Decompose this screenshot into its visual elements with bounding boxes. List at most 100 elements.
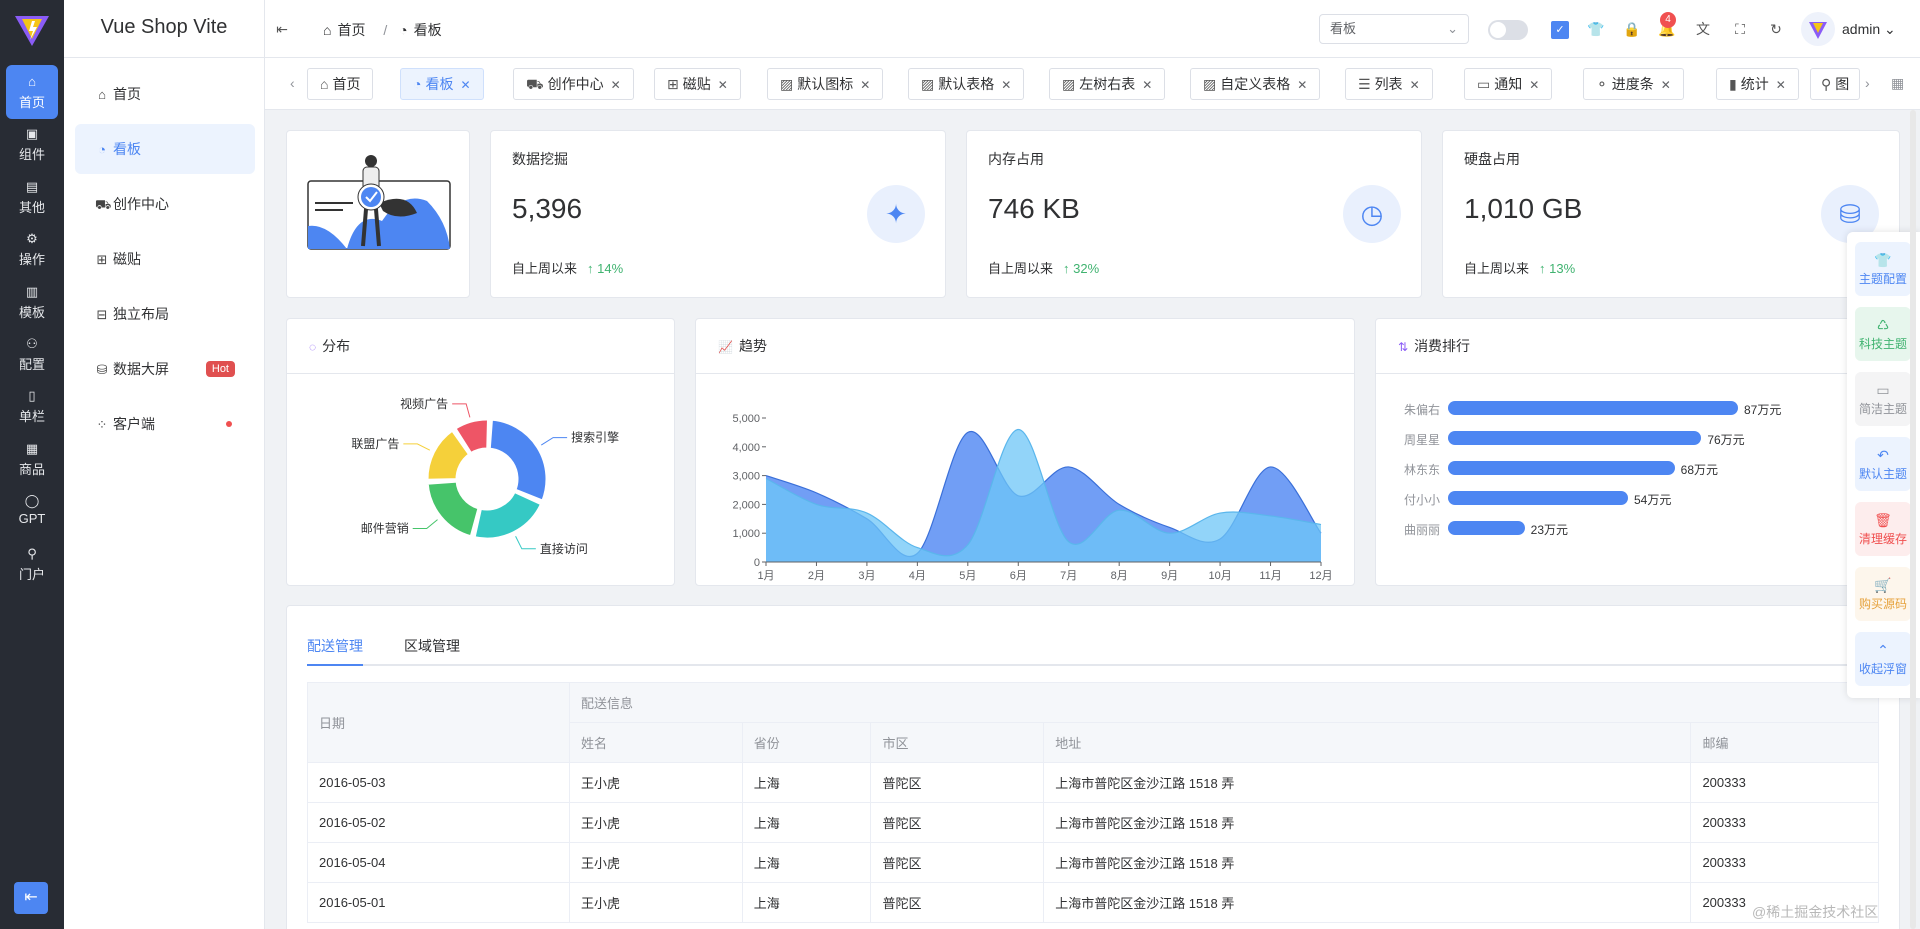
app-brand: Vue Shop Vite <box>64 0 264 58</box>
tab-region[interactable]: 区域管理 <box>404 636 460 656</box>
rail-item-3[interactable]: ⚙ 操作 <box>6 222 58 276</box>
tab-delivery[interactable]: 配送管理 <box>307 636 363 656</box>
float-item-3[interactable]: ↶ 默认主题 <box>1855 437 1911 491</box>
tab-11[interactable]: ▮ 统计 ✕ <box>1716 68 1799 100</box>
rail-item-0[interactable]: ⌂ 首页 <box>6 65 58 119</box>
rank-name: 林东东 <box>1404 463 1441 477</box>
rank-value: 87万元 <box>1744 403 1782 417</box>
pie-slice[interactable] <box>425 479 481 539</box>
menu-search-select[interactable]: 看板 ⌄ <box>1319 14 1469 44</box>
tabs-prev-icon[interactable]: ‹ <box>290 75 295 91</box>
table-cell: 上海 <box>741 882 872 923</box>
sidebar-item-label: 独立布局 <box>113 306 169 322</box>
tab-8[interactable]: ☰ 列表 ✕ <box>1345 68 1433 100</box>
pie-label: 搜索引擎 <box>571 430 619 445</box>
table-row[interactable]: 2016-05-03 王小虎 上海 普陀区 上海市普陀区金沙江路 1518 弄 20033… <box>307 762 1879 803</box>
float-item-5[interactable]: 🛒 购买源码 <box>1855 567 1911 621</box>
image-icon: ▨ <box>1062 76 1076 92</box>
sidebar-item-1[interactable]: ◔ 看板 <box>75 124 255 174</box>
shirt-icon: 👕 <box>1874 252 1892 268</box>
float-item-2[interactable]: ▭ 简洁主题 <box>1855 372 1911 426</box>
collapse-sidebar-icon[interactable]: ⇤ <box>14 882 48 914</box>
close-icon[interactable]: ✕ <box>1661 78 1671 92</box>
rail-item-1[interactable]: ▣ 组件 <box>6 117 58 171</box>
rail-item-label: 模板 <box>18 304 45 320</box>
sidebar-item-3[interactable]: ⊞ 磁贴 <box>75 234 255 284</box>
float-item-6[interactable]: ⌃ 收起浮窗 <box>1855 632 1911 686</box>
tab-5[interactable]: ▨ 默认表格 ✕ <box>908 68 1025 100</box>
close-icon[interactable]: ✕ <box>1001 78 1011 92</box>
series-area[interactable] <box>766 429 1321 562</box>
rail-item-7[interactable]: ▦ 商品 <box>6 432 58 486</box>
tab-overflow[interactable]: ⚲ 图 <box>1810 68 1861 100</box>
tab-1[interactable]: ◔ 看板 ✕ <box>400 68 484 100</box>
check-icon[interactable]: ✓ <box>1551 21 1569 39</box>
float-item-0[interactable]: 👕 主题配置 <box>1855 242 1911 296</box>
breadcrumb-separator: / <box>383 22 388 38</box>
rank-name: 曲丽丽 <box>1404 523 1441 537</box>
distribution-pie-chart: 搜索引擎直接访问 邮件营销 联盟广告 视频广告 <box>351 396 619 556</box>
avatar[interactable] <box>1801 12 1835 46</box>
lock-icon[interactable]: 🔒 <box>1623 20 1641 38</box>
float-item-1[interactable]: ♺ 科技主题 <box>1855 307 1911 361</box>
user-name[interactable]: admin ⌄ <box>1842 21 1896 38</box>
gauge-icon: ◷ <box>1343 185 1401 243</box>
pie-slice[interactable] <box>472 489 544 541</box>
translate-icon[interactable]: 文 <box>1694 20 1712 38</box>
close-icon[interactable]: ✕ <box>1410 78 1420 92</box>
rail-item-2[interactable]: ▤ 其他 <box>6 170 58 224</box>
header: ⇤ ⌂ 首页 / ◔ 看板 看板 ⌄ ✓ 👕 🔒 🔔 4 文 ⛶ ↻ admin ⌄ <box>265 0 1920 58</box>
fullscreen-icon[interactable]: ⛶ <box>1731 20 1749 38</box>
table-cell: 2016-05-04 <box>307 842 570 883</box>
float-item-label: 默认主题 <box>1858 467 1907 481</box>
column-header: 市区 <box>870 722 1045 763</box>
tab-0[interactable]: ⌂ 首页 <box>307 68 374 100</box>
tabs-next-icon[interactable]: › <box>1865 75 1870 91</box>
pie-label: 邮件营销 <box>361 521 409 535</box>
breadcrumb-item[interactable]: 看板 <box>414 22 442 38</box>
theme-toggle[interactable] <box>1488 20 1528 40</box>
sidebar-item-5[interactable]: ⛁ 数据大屏 Hot <box>75 344 255 394</box>
collapse-menu-icon[interactable]: ⇤ <box>273 20 291 38</box>
table-row[interactable]: 2016-05-04 王小虎 上海 普陀区 上海市普陀区金沙江路 1518 弄 20033… <box>307 842 1879 883</box>
sidebar-item-6[interactable]: ⁘ 客户端 <box>75 399 255 449</box>
tab-4[interactable]: ▨ 默认图标 ✕ <box>767 68 884 100</box>
breadcrumb-item[interactable]: 首页 <box>337 22 365 38</box>
sidebar-item-label: 首页 <box>113 86 141 102</box>
rail-item-8[interactable]: ◯ GPT <box>6 484 58 538</box>
tab-7[interactable]: ▨ 自定义表格 ✕ <box>1190 68 1321 100</box>
vite-logo-icon[interactable] <box>14 13 50 47</box>
sparkle-icon: ✦ <box>867 185 925 243</box>
tab-9[interactable]: ▭ 通知 ✕ <box>1464 68 1553 100</box>
rail-item-6[interactable]: ▯ 单栏 <box>6 379 58 433</box>
sidebar-item-4[interactable]: ⊟ 独立布局 <box>75 289 255 339</box>
sidebar-item-0[interactable]: ⌂ 首页 <box>75 69 255 119</box>
stat-title: 硬盘占用 <box>1464 151 1520 167</box>
close-icon[interactable]: ✕ <box>1776 78 1786 92</box>
table-cell: 普陀区 <box>870 882 1045 923</box>
tabs-menu-grid-icon[interactable]: ▦ <box>1891 75 1904 92</box>
pie-slice[interactable] <box>487 417 549 503</box>
rail-item-5[interactable]: ⚇ 配置 <box>6 327 58 381</box>
float-item-4[interactable]: 🗑 清理缓存 <box>1855 502 1911 556</box>
tab-3[interactable]: ⊞ 磁贴 ✕ <box>654 68 741 100</box>
rail-item-4[interactable]: ▥ 模板 <box>6 275 58 329</box>
refresh-icon[interactable]: ↻ <box>1767 20 1785 38</box>
sidebar-item-2[interactable]: ⛟ 创作中心 <box>75 179 255 229</box>
pie-label-line <box>540 437 568 446</box>
table-row[interactable]: 2016-05-02 王小虎 上海 普陀区 上海市普陀区金沙江路 1518 弄 20033… <box>307 802 1879 843</box>
page-scrollbar[interactable] <box>1910 110 1916 929</box>
shirt-icon[interactable]: 👕 <box>1587 20 1605 38</box>
tab-6[interactable]: ▨ 左树右表 ✕ <box>1049 68 1166 100</box>
table-row[interactable]: 2016-05-01 王小虎 上海 普陀区 上海市普陀区金沙江路 1518 弄 20033… <box>307 882 1879 923</box>
close-icon[interactable]: ✕ <box>611 78 621 92</box>
close-icon[interactable]: ✕ <box>1297 78 1307 92</box>
close-icon[interactable]: ✕ <box>718 78 728 92</box>
tab-10[interactable]: ⚬ 进度条 ✕ <box>1583 68 1684 100</box>
close-icon[interactable]: ✕ <box>860 78 870 92</box>
close-icon[interactable]: ✕ <box>460 78 470 92</box>
close-icon[interactable]: ✕ <box>1529 78 1539 92</box>
rail-item-9[interactable]: ⚲ 门户 <box>6 537 58 591</box>
close-icon[interactable]: ✕ <box>1142 78 1152 92</box>
tab-2[interactable]: ⛟ 创作中心 ✕ <box>513 68 634 100</box>
